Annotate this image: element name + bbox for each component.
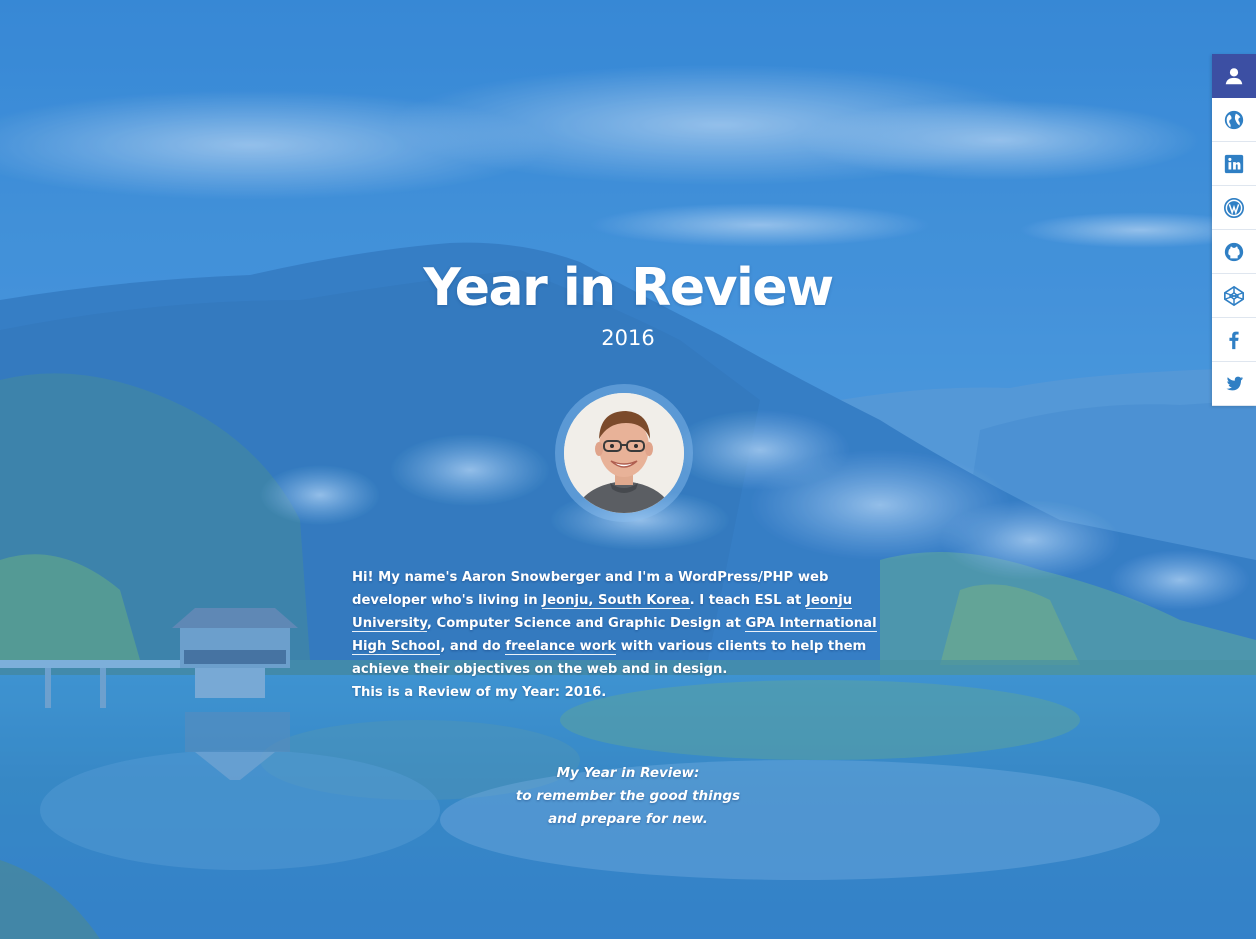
social-link-facebook[interactable] [1212, 318, 1256, 362]
social-link-codepen[interactable] [1212, 274, 1256, 318]
freelance-link[interactable]: freelance work [505, 639, 617, 655]
intro-text: . I teach ESL at [689, 593, 806, 608]
user-icon [1225, 67, 1243, 84]
github-icon [1224, 242, 1244, 261]
quote-line-1: My Year in Review: [556, 765, 700, 781]
globe-icon [1224, 110, 1244, 129]
social-link-twitter[interactable] [1212, 362, 1256, 406]
social-link-website[interactable] [1212, 98, 1256, 142]
quote-line-3: and prepare for new. [548, 811, 708, 827]
social-link-github[interactable] [1212, 230, 1256, 274]
intro-text: , and do [440, 639, 506, 654]
tagline-quote: My Year in Review: to remember the good … [0, 762, 1256, 831]
intro-closing: This is a Review of my Year: 2016. [352, 685, 607, 700]
quote-line-2: to remember the good things [515, 788, 741, 804]
location-link[interactable]: Jeonju, South Korea [542, 593, 690, 609]
social-link-profile[interactable] [1212, 54, 1256, 98]
portrait-illustration [564, 393, 684, 513]
linkedin-icon [1224, 154, 1244, 173]
codepen-icon [1224, 285, 1244, 306]
wordpress-icon [1224, 197, 1244, 218]
facebook-icon [1229, 331, 1239, 349]
intro-paragraph: Hi! My name's Aaron Snowberger and I'm a… [352, 566, 898, 704]
twitter-icon [1226, 376, 1244, 390]
page-subtitle-year: 2016 [601, 326, 655, 350]
social-link-linkedin[interactable] [1212, 142, 1256, 186]
page-title: Year in Review [423, 258, 834, 318]
social-link-wordpress[interactable] [1212, 186, 1256, 230]
intro-text: , Computer Science and Graphic Design at [426, 616, 746, 631]
social-links-sidebar [1212, 54, 1256, 406]
avatar [564, 393, 684, 513]
